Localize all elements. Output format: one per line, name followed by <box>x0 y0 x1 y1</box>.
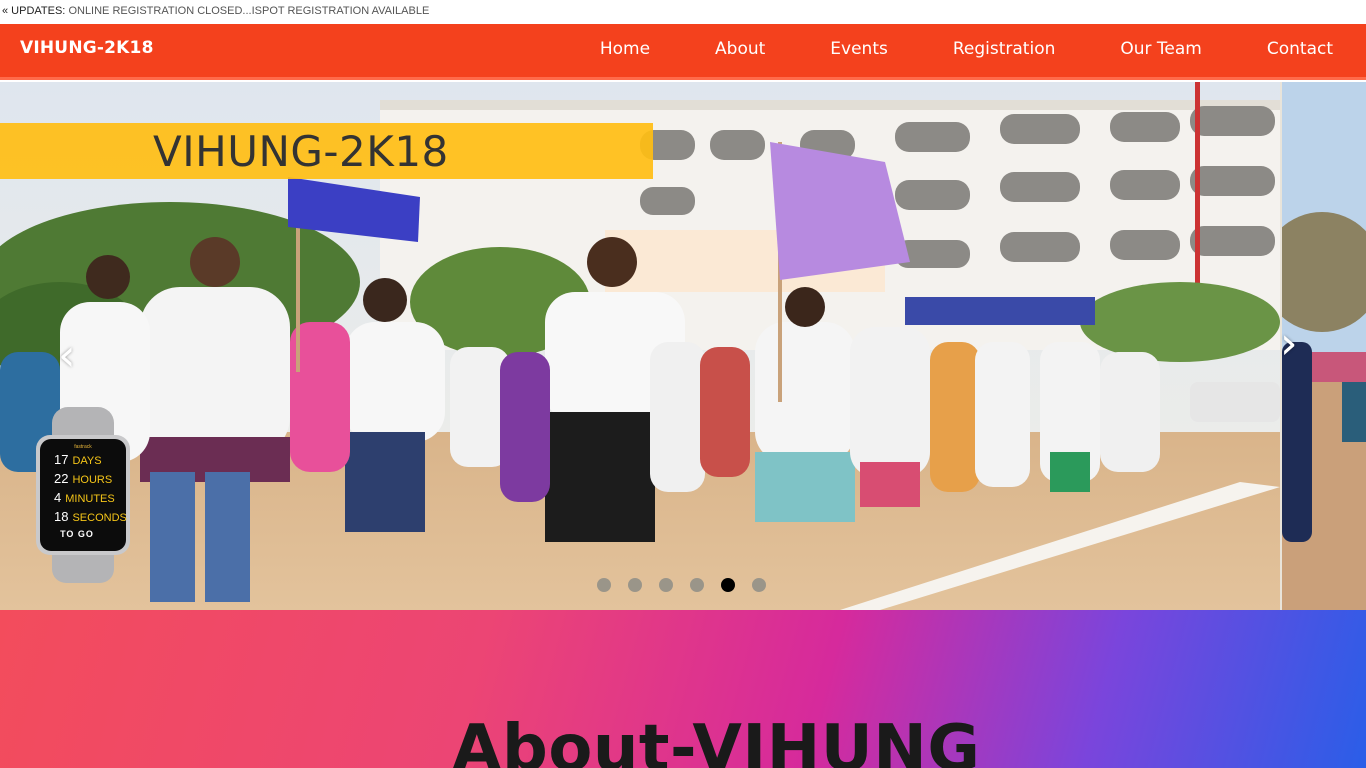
navbar: VIHUNG-2K18 Home About Events Registrati… <box>0 24 1366 80</box>
countdown-suffix: TO GO <box>60 529 94 539</box>
watch-screen: fastrack 17 DAYS 22 HOURS 4 MINUTES 18 SECON… <box>40 439 127 551</box>
countdown-seconds: 18 SECONDS <box>40 508 127 527</box>
hours-unit: HOURS <box>72 474 113 486</box>
carousel-dot-1[interactable] <box>597 578 611 592</box>
minutes-value: 4 <box>54 490 62 505</box>
carousel-dot-4[interactable] <box>690 578 704 592</box>
hero-carousel: VIHUNG-2K18 ‹ › <box>0 82 1366 610</box>
updates-message: ONLINE REGISTRATION CLOSED...ISPOT REGIS… <box>68 5 430 17</box>
brand-logo-link[interactable]: VIHUNG-2K18 <box>20 38 154 58</box>
carousel-next-button[interactable]: › <box>1280 318 1298 369</box>
nav-our-team[interactable]: Our Team <box>1120 24 1201 77</box>
slide-title: VIHUNG-2K18 <box>153 127 449 176</box>
seconds-value: 18 <box>54 509 69 524</box>
nav-contact[interactable]: Contact <box>1267 24 1333 77</box>
about-section: About-VIHUNG <box>0 610 1366 768</box>
countdown-hours: 22 HOURS <box>40 470 126 489</box>
carousel-dot-5-active[interactable] <box>721 578 735 592</box>
carousel-dot-3[interactable] <box>659 578 673 592</box>
minutes-unit: MINUTES <box>65 493 115 505</box>
carousel-dot-6[interactable] <box>752 578 766 592</box>
carousel-dot-2[interactable] <box>628 578 642 592</box>
carousel-prev-button[interactable]: ‹ <box>58 330 76 381</box>
days-value: 17 <box>54 452 69 467</box>
about-title: About-VIHUNG <box>452 712 981 768</box>
nav-registration[interactable]: Registration <box>953 24 1056 77</box>
carousel-indicators <box>597 578 766 592</box>
nav-events[interactable]: Events <box>830 24 888 77</box>
hours-value: 22 <box>54 471 69 486</box>
updates-label: « UPDATES: <box>2 5 66 17</box>
days-unit: DAYS <box>72 455 102 467</box>
main-nav: Home About Events Registration Our Team … <box>600 24 1366 77</box>
nav-home[interactable]: Home <box>600 24 650 77</box>
seconds-unit: SECONDS <box>72 512 127 524</box>
updates-ticker: « UPDATES: ONLINE REGISTRATION CLOSED...… <box>0 0 1366 24</box>
watch-brand: fastrack <box>74 444 92 450</box>
countdown-watch-widget: fastrack 17 DAYS 22 HOURS 4 MINUTES 18 SECON… <box>36 407 130 583</box>
countdown-days: 17 DAYS <box>40 451 126 470</box>
nav-about[interactable]: About <box>715 24 765 77</box>
countdown-minutes: 4 MINUTES <box>40 489 126 508</box>
